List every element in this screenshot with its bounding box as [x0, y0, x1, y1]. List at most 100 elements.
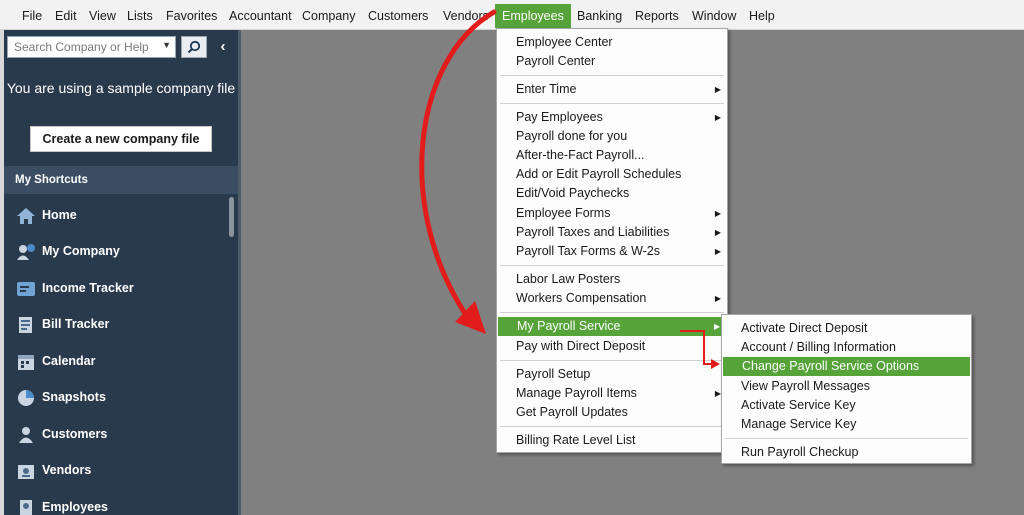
menu-item-edit-void-paychecks[interactable]: Edit/Void Paychecks [497, 184, 727, 203]
shortcut-label: Vendors [42, 463, 92, 477]
submenu-item-view-payroll-messages[interactable]: View Payroll Messages [722, 377, 971, 396]
submenu-item-change-payroll-service-options[interactable]: Change Payroll Service Options [723, 357, 970, 376]
shortcut-snapshots[interactable]: Snapshots [4, 380, 228, 416]
menu-accountant[interactable]: Accountant [229, 6, 292, 26]
menu-item-workers-compensation[interactable]: Workers Compensation ▶ [497, 289, 727, 308]
menu-item-payroll-done-for-you[interactable]: Payroll done for you [497, 127, 727, 146]
caret-down-icon[interactable]: ▼ [162, 40, 171, 50]
shortcut-home[interactable]: Home [4, 198, 228, 234]
menu-item-label: Manage Service Key [741, 417, 857, 431]
menu-help[interactable]: Help [749, 6, 775, 26]
collapse-sidebar-button[interactable]: ‹ [212, 36, 234, 58]
shortcut-customers[interactable]: Customers [4, 417, 228, 453]
menu-separator [500, 360, 724, 361]
sidebar-scrollbar-thumb[interactable] [229, 197, 234, 237]
create-company-button[interactable]: Create a new company file [30, 126, 212, 152]
submenu-arrow-icon: ▶ [714, 113, 721, 122]
menu-separator [725, 438, 968, 439]
menu-item-label: Edit/Void Paychecks [516, 186, 630, 200]
menu-item-payroll-schedules[interactable]: Add or Edit Payroll Schedules [497, 165, 727, 184]
menu-item-payroll-taxes[interactable]: Payroll Taxes and Liabilities ▶ [497, 223, 727, 242]
menu-item-label: Activate Service Key [741, 398, 856, 412]
submenu-item-run-payroll-checkup[interactable]: Run Payroll Checkup [722, 443, 971, 462]
menu-item-pay-with-direct-deposit[interactable]: Pay with Direct Deposit [497, 337, 727, 356]
menu-customers[interactable]: Customers [368, 6, 428, 26]
menu-company[interactable]: Company [302, 6, 356, 26]
submenu-arrow-icon: ▶ [714, 228, 721, 237]
menu-item-label: Manage Payroll Items [516, 386, 637, 400]
home-icon [17, 208, 35, 224]
menu-item-billing-rate-level-list[interactable]: Billing Rate Level List [497, 431, 727, 450]
shortcut-calendar[interactable]: Calendar [4, 344, 228, 380]
shortcut-label: Customers [42, 427, 108, 441]
submenu-arrow-icon: ▶ [714, 247, 721, 256]
search-icon [187, 40, 201, 54]
sample-company-notice: You are using a sample company file [6, 80, 236, 96]
shortcut-bill-tracker[interactable]: Bill Tracker [4, 307, 228, 343]
menu-separator [500, 312, 724, 313]
submenu-item-manage-service-key[interactable]: Manage Service Key [722, 415, 971, 434]
menu-item-pay-employees[interactable]: Pay Employees ▶ [497, 108, 727, 127]
menu-item-manage-payroll-items[interactable]: Manage Payroll Items ▶ [497, 384, 727, 403]
menu-item-label: Change Payroll Service Options [742, 359, 920, 373]
person-icon [19, 427, 33, 443]
menu-favorites[interactable]: Favorites [166, 6, 217, 26]
menu-view[interactable]: View [89, 6, 116, 26]
submenu-item-account-billing[interactable]: Account / Billing Information [722, 338, 971, 357]
submenu-item-activate-service-key[interactable]: Activate Service Key [722, 396, 971, 415]
employee-icon [20, 500, 32, 515]
menu-item-label: My Payroll Service [517, 319, 621, 333]
payroll-service-submenu: Activate Direct Deposit Account / Billin… [721, 314, 972, 464]
menu-item-enter-time[interactable]: Enter Time ▶ [497, 80, 727, 99]
menu-employees[interactable]: Employees [495, 4, 571, 28]
menu-banking[interactable]: Banking [577, 6, 622, 26]
menu-item-employee-center[interactable]: Employee Center [497, 33, 727, 52]
menu-separator [500, 75, 724, 76]
sidebar-scrollbar[interactable] [228, 194, 238, 515]
menu-item-label: Run Payroll Checkup [741, 445, 859, 459]
menu-item-my-payroll-service[interactable]: My Payroll Service ▶ [498, 317, 726, 336]
menu-item-labor-law-posters[interactable]: Labor Law Posters [497, 270, 727, 289]
menu-item-label: Payroll Center [516, 54, 596, 68]
my-company-icon [17, 244, 35, 260]
menu-vendors[interactable]: Vendors [443, 6, 495, 26]
menu-window[interactable]: Window [692, 6, 736, 26]
search-box[interactable]: ▼ [7, 36, 176, 58]
menu-item-label: Labor Law Posters [516, 272, 621, 286]
submenu-item-activate-direct-deposit[interactable]: Activate Direct Deposit [722, 319, 971, 338]
menu-lists[interactable]: Lists [127, 6, 153, 26]
menu-item-label: Billing Rate Level List [516, 433, 636, 447]
submenu-arrow-icon: ▶ [713, 322, 720, 331]
menu-item-employee-forms[interactable]: Employee Forms ▶ [497, 204, 727, 223]
chevron-left-icon: ‹ [220, 38, 226, 55]
shortcut-income-tracker[interactable]: Income Tracker [4, 271, 228, 307]
shortcut-my-company[interactable]: My Company [4, 234, 228, 270]
search-button[interactable] [181, 36, 207, 58]
menu-separator [500, 426, 724, 427]
menu-item-after-the-fact-payroll[interactable]: After-the-Fact Payroll... [497, 146, 727, 165]
calendar-icon [18, 355, 34, 370]
shortcut-vendors[interactable]: Vendors [4, 453, 228, 489]
menu-item-label: Payroll Taxes and Liabilities [516, 225, 670, 239]
shortcut-label: Income Tracker [42, 281, 134, 295]
menu-item-payroll-center[interactable]: Payroll Center [497, 52, 727, 71]
menu-item-label: Pay with Direct Deposit [516, 339, 646, 353]
menu-item-label: Enter Time [516, 82, 577, 96]
menu-edit[interactable]: Edit [55, 6, 77, 26]
menu-reports[interactable]: Reports [635, 6, 679, 26]
menu-file[interactable]: File [22, 6, 42, 26]
menu-item-label: Employee Forms [516, 206, 611, 220]
shortcut-label: Employees [42, 500, 109, 514]
submenu-arrow-icon: ▶ [714, 294, 721, 303]
menu-item-label: Employee Center [516, 35, 613, 49]
menu-item-payroll-setup[interactable]: Payroll Setup [497, 365, 727, 384]
menu-item-label: Workers Compensation [516, 291, 647, 305]
pie-chart-icon [18, 390, 34, 406]
shortcut-employees[interactable]: Employees [4, 490, 228, 515]
search-input[interactable] [8, 37, 158, 57]
shortcut-label: Home [42, 208, 77, 222]
menu-item-get-payroll-updates[interactable]: Get Payroll Updates [497, 403, 727, 422]
bill-tracker-icon [19, 317, 32, 333]
vendor-icon [18, 465, 34, 479]
menu-item-payroll-tax-forms[interactable]: Payroll Tax Forms & W-2s ▶ [497, 242, 727, 261]
